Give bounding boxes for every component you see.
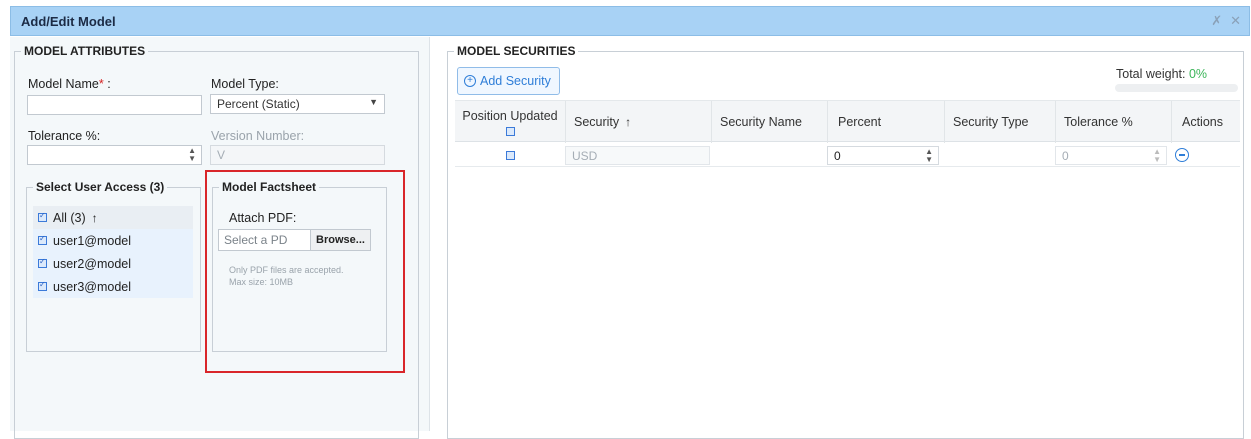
spinner-icon[interactable]: ▲ ▼ [925, 147, 933, 164]
tolerance-label: Tolerance %: [28, 129, 101, 143]
user-label: user2@model [53, 256, 132, 271]
security-name-cell [711, 143, 827, 167]
checkbox-icon[interactable] [38, 280, 47, 291]
model-name-input[interactable] [27, 95, 202, 115]
chevron-down-icon: ▼ [369, 97, 378, 107]
total-weight-label: Total weight: [1116, 67, 1186, 81]
model-securities-pane: MODEL SECURITIES [431, 37, 1251, 439]
securities-grid-header: Position Updated Security ↑ Security Nam… [455, 100, 1240, 143]
version-number-label: Version Number: [211, 129, 305, 143]
user-access-row[interactable]: user1@model [33, 229, 193, 252]
checkbox-icon[interactable] [505, 126, 515, 136]
close-icon[interactable]: ✕ [1230, 13, 1241, 29]
highlight-box [205, 170, 405, 373]
add-security-button[interactable]: + Add Security [457, 67, 560, 95]
total-weight-progress [1115, 84, 1238, 92]
position-updated-checkbox[interactable] [505, 150, 515, 160]
checkbox-icon[interactable] [38, 257, 47, 268]
model-securities-legend: MODEL SECURITIES [457, 44, 576, 58]
tolerance-input[interactable]: ▲ ▼ [27, 145, 202, 165]
version-number-input: V [210, 145, 385, 165]
user-label: user1@model [53, 233, 132, 248]
model-type-label: Model Type: [211, 77, 279, 91]
user-access-group: Select User Access (3) All (3) ↑ user1@m… [26, 180, 201, 352]
dialog-title: Add/Edit Model [21, 13, 116, 29]
user-access-list: All (3) ↑ user1@model user2@model user3@… [33, 206, 193, 298]
sort-arrow-icon[interactable]: ↑ [92, 211, 98, 225]
model-attributes-legend: MODEL ATTRIBUTES [24, 44, 146, 58]
column-header-tolerance[interactable]: Tolerance % [1055, 101, 1171, 143]
user-access-legend: Select User Access (3) [36, 180, 165, 194]
column-header-security-type[interactable]: Security Type [944, 101, 1055, 143]
column-header-position-updated[interactable]: Position Updated [455, 101, 565, 143]
tolerance-cell-input[interactable]: 0 ▲ ▼ [1055, 145, 1167, 165]
sort-arrow-icon: ↑ [625, 115, 632, 129]
model-type-value: Percent (Static) [217, 97, 300, 111]
all-users-label: All (3) [53, 210, 86, 225]
security-cell-input[interactable]: USD [565, 145, 710, 165]
model-type-select[interactable]: Percent (Static) ▼ [210, 94, 385, 114]
plus-circle-icon: + [464, 75, 476, 87]
column-header-actions: Actions [1171, 101, 1240, 143]
percent-cell-input[interactable]: 0 ▲ ▼ [827, 145, 939, 165]
user-label: user3@model [53, 279, 132, 294]
spinner-icon[interactable]: ▲ ▼ [188, 147, 196, 163]
column-header-security-name[interactable]: Security Name [711, 101, 827, 143]
security-type-cell [944, 143, 1055, 167]
column-header-percent[interactable]: Percent [827, 101, 944, 143]
total-weight-value: 0% [1188, 67, 1208, 81]
pin-icon[interactable]: ✗ [1211, 13, 1222, 29]
total-weight: Total weight: 0% [1116, 67, 1207, 81]
spinner-icon[interactable]: ▲ ▼ [1153, 147, 1161, 164]
table-row: USD 0 ▲ ▼ 0 ▲ ▼ [455, 143, 1240, 167]
user-access-row[interactable]: user3@model [33, 275, 193, 298]
column-header-security[interactable]: Security ↑ [565, 101, 711, 143]
remove-row-icon[interactable] [1175, 148, 1189, 162]
checkbox-icon[interactable] [38, 211, 47, 222]
dialog-titlebar: Add/Edit Model ✗ ✕ [10, 6, 1250, 36]
user-access-all-row[interactable]: All (3) ↑ [33, 206, 193, 229]
user-access-row[interactable]: user2@model [33, 252, 193, 275]
model-name-label: Model Name* : [28, 77, 111, 91]
checkbox-icon[interactable] [38, 234, 47, 245]
